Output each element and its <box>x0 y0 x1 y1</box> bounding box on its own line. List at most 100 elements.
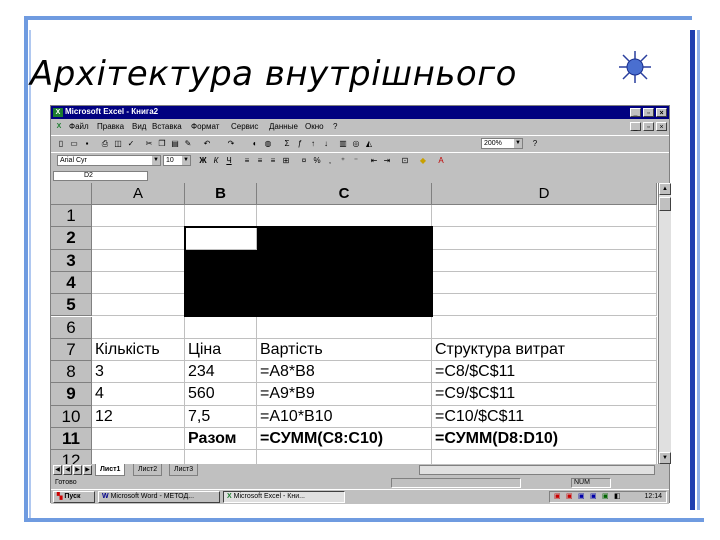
menu-tools[interactable]: Сервис <box>231 122 258 131</box>
cell-b7[interactable]: Ціна <box>185 338 257 362</box>
cell-a4[interactable] <box>92 271 185 295</box>
workbook-icon[interactable]: X <box>54 122 64 131</box>
increase-indent-icon[interactable]: ⇥ <box>381 155 393 166</box>
cell-d1[interactable] <box>432 205 657 228</box>
cell-d5[interactable] <box>432 294 657 317</box>
column-header-b[interactable]: B <box>185 183 257 205</box>
tray-icon[interactable]: ▣ <box>590 492 597 502</box>
menu-file[interactable]: Файл <box>69 122 89 131</box>
new-icon[interactable]: ▯ <box>55 138 67 149</box>
cell-d11[interactable]: =СУММ(D8:D10) <box>432 428 657 451</box>
function-icon[interactable]: ƒ <box>294 138 306 149</box>
fill-color-icon[interactable]: ◆ <box>417 155 429 166</box>
cell-d7[interactable]: Структура витрат <box>432 338 657 362</box>
percent-icon[interactable]: % <box>311 155 323 166</box>
cell-c1[interactable] <box>257 205 432 228</box>
borders-icon[interactable]: ⊡ <box>399 155 411 166</box>
print-icon[interactable]: ⎙ <box>99 138 111 149</box>
tray-icon[interactable]: ▣ <box>578 492 585 502</box>
row-header-2[interactable]: 2 <box>51 227 92 250</box>
cell-d2[interactable] <box>432 227 657 250</box>
cell-d4[interactable] <box>432 271 657 295</box>
sort-ascending-icon[interactable]: ↑ <box>307 138 319 149</box>
horizontal-scrollbar[interactable] <box>419 465 655 475</box>
redo-icon[interactable]: ↷ <box>225 138 237 149</box>
font-color-icon[interactable]: A <box>435 155 447 166</box>
cell-a10[interactable]: 12 <box>92 405 185 428</box>
first-sheet-icon[interactable]: ◀ <box>53 465 62 475</box>
prev-sheet-icon[interactable]: ◀ <box>63 465 72 475</box>
print-preview-icon[interactable]: ◫ <box>112 138 124 149</box>
doc-minimize-button[interactable]: _ <box>630 122 641 131</box>
font-name-select[interactable]: Arial Cyr ▼ <box>57 155 161 166</box>
format-painter-icon[interactable]: ✎ <box>182 138 194 149</box>
task-word[interactable]: W Microsoft Word - МЕТОД... <box>98 491 220 503</box>
row-header-6[interactable]: 6 <box>51 316 92 339</box>
cell-d12[interactable] <box>432 450 657 464</box>
cell-c6[interactable] <box>257 316 432 339</box>
italic-icon[interactable]: К <box>210 155 222 166</box>
minimize-button[interactable]: _ <box>630 108 641 117</box>
cell-c12[interactable] <box>257 450 432 464</box>
cell-b12[interactable] <box>185 450 257 464</box>
column-header-d[interactable]: D <box>432 183 657 205</box>
font-size-select[interactable]: 10 ▼ <box>163 155 191 166</box>
row-header-4[interactable]: 4 <box>51 271 92 295</box>
zoom-select[interactable]: 200% ▼ <box>481 138 523 149</box>
column-header-c[interactable]: C <box>257 183 432 205</box>
cell-c7[interactable]: Вартість <box>257 338 432 362</box>
tray-icon[interactable]: ▣ <box>566 492 573 502</box>
menu-format[interactable]: Формат <box>191 122 219 131</box>
spelling-icon[interactable]: ✓ <box>125 138 137 149</box>
row-header-1[interactable]: 1 <box>51 205 92 228</box>
close-button[interactable]: × <box>656 108 667 117</box>
cell-a8[interactable]: 3 <box>92 361 185 384</box>
open-icon[interactable]: ▭ <box>68 138 80 149</box>
scroll-down-icon[interactable]: ▼ <box>659 452 671 464</box>
row-header-3[interactable]: 3 <box>51 249 92 272</box>
cell-a2[interactable] <box>92 227 185 250</box>
cell-d10[interactable]: =C10/$C$11 <box>432 405 657 428</box>
cell-a11[interactable] <box>92 428 185 451</box>
name-box[interactable]: D2 <box>53 171 148 181</box>
cut-icon[interactable]: ✂ <box>143 138 155 149</box>
row-header-11[interactable]: 11 <box>51 428 92 451</box>
underline-icon[interactable]: Ч <box>223 155 235 166</box>
merge-center-icon[interactable]: ⊞ <box>280 155 292 166</box>
cell-b8[interactable]: 234 <box>185 361 257 384</box>
comma-style-icon[interactable]: , <box>324 155 336 166</box>
cell-a12[interactable] <box>92 450 185 464</box>
row-header-5[interactable]: 5 <box>51 294 92 317</box>
row-header-9[interactable]: 9 <box>51 383 92 406</box>
tray-icon[interactable]: ◧ <box>614 492 621 502</box>
menu-view[interactable]: Вид <box>132 122 146 131</box>
cell-b11[interactable]: Разом <box>185 428 257 451</box>
tray-icon[interactable]: ▣ <box>554 492 561 502</box>
paste-icon[interactable]: ▤ <box>169 138 181 149</box>
cell-c8[interactable]: =A8*B8 <box>257 361 432 384</box>
menu-edit[interactable]: Правка <box>97 122 124 131</box>
row-header-7[interactable]: 7 <box>51 338 92 362</box>
doc-restore-button[interactable]: ▫ <box>643 122 654 131</box>
cell-b9[interactable]: 560 <box>185 383 257 406</box>
row-header-8[interactable]: 8 <box>51 361 92 384</box>
tray-icon[interactable]: ▣ <box>602 492 609 502</box>
menu-help[interactable]: ? <box>333 122 337 131</box>
cell-a9[interactable]: 4 <box>92 383 185 406</box>
sheet-tab-3[interactable]: Лист3 <box>169 464 199 476</box>
decrease-decimal-icon[interactable]: ⁻ <box>350 155 362 166</box>
bold-icon[interactable]: Ж <box>197 155 209 166</box>
cell-b1[interactable] <box>185 205 257 228</box>
vertical-scrollbar[interactable]: ▲ ▼ <box>658 183 671 464</box>
cell-a1[interactable] <box>92 205 185 228</box>
copy-icon[interactable]: ❐ <box>156 138 168 149</box>
task-excel[interactable]: X Microsoft Excel - Кни... <box>223 491 345 503</box>
cell-a6[interactable] <box>92 316 185 339</box>
menu-insert[interactable]: Вставка <box>152 122 182 131</box>
cell-a3[interactable] <box>92 249 185 272</box>
align-left-icon[interactable]: ≡ <box>241 155 253 166</box>
select-all-corner[interactable] <box>51 183 92 205</box>
cell-c10[interactable]: =A10*B10 <box>257 405 432 428</box>
sort-descending-icon[interactable]: ↓ <box>320 138 332 149</box>
cell-d6[interactable] <box>432 316 657 339</box>
